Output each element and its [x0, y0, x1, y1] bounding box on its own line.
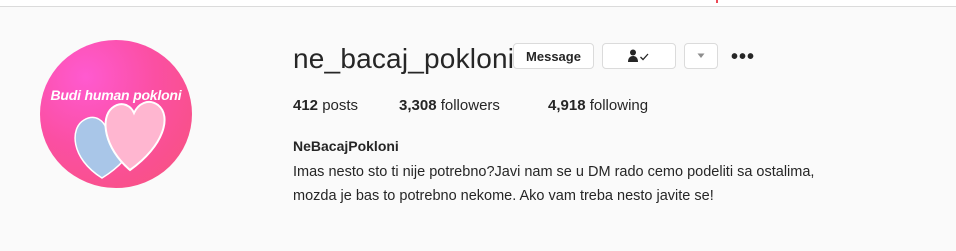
bio-line: mozda je bas to potrebno nekome. Ako vam…: [293, 188, 714, 204]
profile-bio: Imas nesto sto ti nije potrebno?Javi nam…: [293, 160, 893, 208]
avatar[interactable]: Budi human pokloni: [40, 40, 192, 188]
followers-label: followers: [440, 97, 500, 114]
following-stat[interactable]: 4,918 following: [548, 97, 648, 114]
following-count: 4,918: [548, 97, 586, 114]
top-nav-edge: [0, 0, 956, 7]
followers-count: 3,308: [399, 97, 437, 114]
notification-accent: [716, 0, 718, 3]
followers-stat[interactable]: 3,308 followers: [399, 97, 500, 114]
triangle-down-icon: [697, 53, 705, 58]
profile-page: Budi human pokloni ne_bacaj_pokloni Mess…: [0, 0, 956, 251]
suggested-dropdown-button[interactable]: [684, 43, 718, 69]
profile-username: ne_bacaj_pokloni: [293, 43, 515, 74]
posts-label: posts: [322, 97, 359, 114]
message-button[interactable]: Message: [513, 43, 594, 69]
hearts-icon: [74, 101, 166, 179]
more-options-icon[interactable]: •••: [730, 44, 756, 70]
posts-count: 412: [293, 97, 319, 114]
following-label: following: [589, 97, 649, 114]
profile-full-name: NeBacajPokloni: [293, 138, 399, 154]
posts-stat: 412 posts: [293, 97, 358, 114]
following-button[interactable]: [602, 43, 676, 69]
bio-line: Imas nesto sto ti nije potrebno?Javi nam…: [293, 164, 815, 180]
person-check-icon: [628, 49, 649, 62]
